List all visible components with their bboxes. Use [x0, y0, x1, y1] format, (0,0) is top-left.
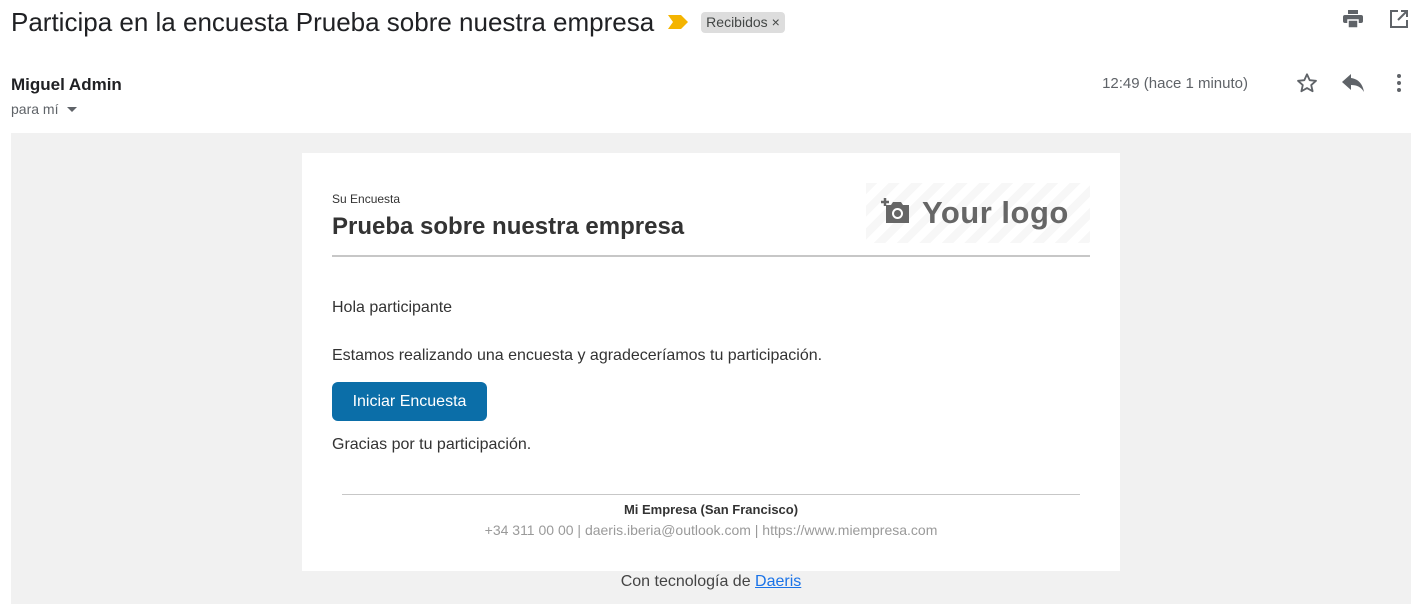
recipient-label: para mí	[11, 101, 59, 117]
company-logo: Your logo	[866, 183, 1090, 243]
company-contact: +34 311 00 00 | daeris.iberia@outlook.co…	[484, 522, 938, 538]
message-meta: 12:49 (hace 1 minuto)	[1102, 72, 1410, 94]
start-survey-button[interactable]: Iniciar Encuesta	[332, 382, 487, 421]
chevron-down-icon	[67, 106, 78, 112]
label-chip-text: Recibidos	[706, 13, 768, 30]
message-timestamp: 12:49 (hace 1 minuto)	[1102, 74, 1248, 92]
camera-plus-icon	[880, 197, 912, 230]
survey-title: Prueba sobre nuestra empresa	[332, 213, 685, 240]
footer-divider	[342, 494, 1080, 495]
star-icon[interactable]	[1296, 72, 1318, 94]
survey-eyebrow: Su Encuesta	[332, 192, 401, 206]
survey-email-card: Su Encuesta Prueba sobre nuestra empresa…	[302, 153, 1120, 571]
print-icon[interactable]	[1342, 8, 1364, 30]
label-chip-inbox[interactable]: Recibidos ×	[701, 11, 785, 33]
greeting-text: Hola participante	[332, 299, 453, 316]
invitation-text: Estamos realizando una encuesta y agrade…	[332, 347, 823, 364]
thanks-text: Gracias por tu participación.	[332, 436, 532, 453]
top-actions	[1342, 8, 1410, 30]
more-vert-icon[interactable]	[1388, 72, 1410, 94]
recipient-details-toggle[interactable]: para mí	[11, 101, 78, 117]
powered-by-text: Con tecnología de	[620, 573, 751, 590]
email-subject: Participa en la encuesta Prueba sobre nu…	[11, 6, 655, 37]
powered-by: Con tecnología de Daeris	[11, 573, 1411, 591]
logo-text: Your logo	[922, 195, 1069, 230]
importance-marker-icon[interactable]	[668, 15, 689, 29]
remove-label-icon[interactable]: ×	[772, 14, 780, 30]
reply-icon[interactable]	[1342, 72, 1364, 94]
header-divider	[332, 255, 1090, 257]
daeris-link[interactable]: Daeris	[755, 573, 801, 590]
open-in-new-icon[interactable]	[1388, 8, 1410, 30]
sender-name: Miguel Admin	[11, 75, 122, 94]
subject-row: Participa en la encuesta Prueba sobre nu…	[11, 4, 1412, 40]
company-name: Mi Empresa (San Francisco)	[623, 502, 799, 517]
email-body-canvas: Su Encuesta Prueba sobre nuestra empresa…	[11, 133, 1411, 604]
